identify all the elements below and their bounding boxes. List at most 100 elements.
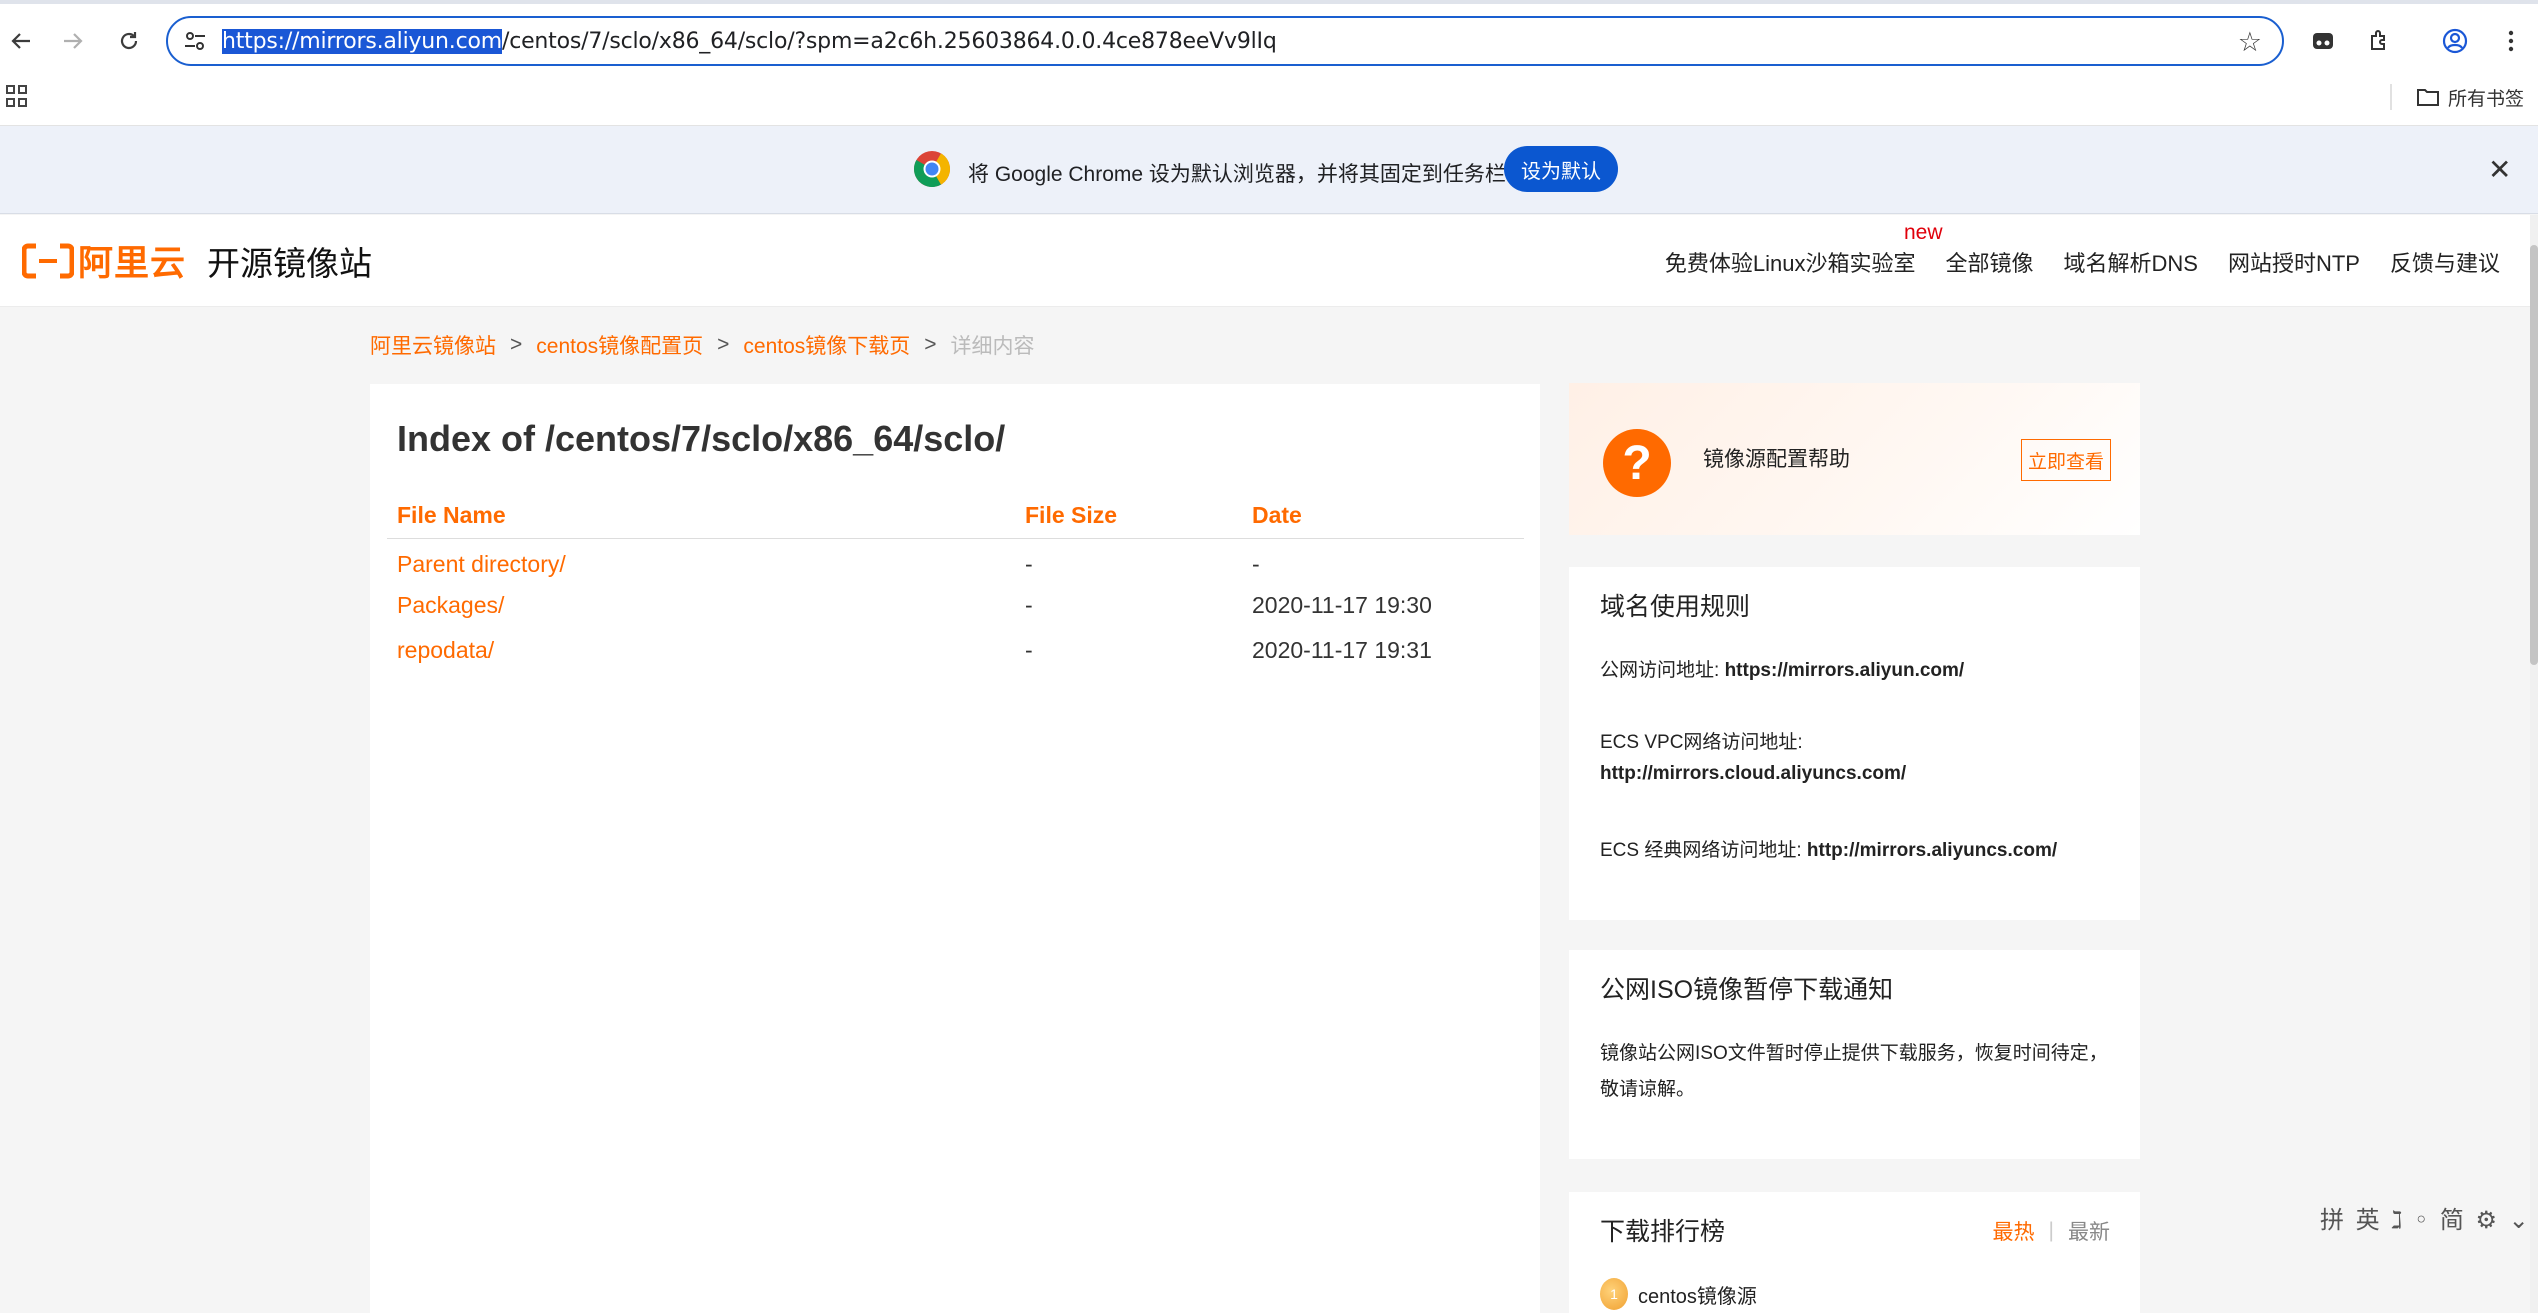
file-date-cell: 2020-11-17 19:30 [1252,592,1432,618]
site-title: 开源镜像站 [207,245,372,282]
bookmarks-divider [2390,84,2392,110]
nav-dns[interactable]: 域名解析DNS [2064,246,2198,278]
url-path: /centos/7/sclo/x86_64/sclo/?spm=a2c6h.25… [501,29,1277,54]
breadcrumb-current: 详细内容 [950,335,1035,358]
tab-divider: | [2048,1219,2054,1242]
table-row: repodata/ - 2020-11-17 19:31 [387,628,1524,673]
all-bookmarks-label: 所有书签 [2448,88,2525,110]
tab-newest[interactable]: 最新 [2068,1216,2110,1246]
public-address-label: 公网访问地址: [1600,660,1725,681]
aliyun-logo-icon [22,243,74,278]
download-ranking-card: 下载排行榜 最热 | 最新 1 centos镜像源 [1569,1192,2140,1313]
file-size-cell: - [1025,592,1033,618]
browser-toolbar: https://mirrors.aliyun.com/centos/7/sclo… [0,4,2538,78]
site-header: 阿里云 开源镜像站 new 免费体验Linux沙箱实验室 全部镜像 域名解析DN… [0,215,2530,307]
ranking-item-name: centos镜像源 [1638,1285,1757,1308]
scroll-thumb[interactable] [2530,245,2538,665]
domain-rules-title: 域名使用规则 [1600,593,1751,621]
profile-icon[interactable] [2440,26,2470,56]
vpc-address-line: http://mirrors.cloud.aliyuncs.com/ [1600,763,1906,785]
nav-feedback[interactable]: 反馈与建议 [2390,246,2500,278]
breadcrumb-separator: > [510,333,523,356]
back-button[interactable] [4,24,38,58]
breadcrumb: 阿里云镜像站 > centos镜像配置页 > centos镜像下载页 > 详细内… [370,330,1035,360]
forward-button[interactable] [56,24,90,58]
ranking-tabs: 最热 | 最新 [1993,1216,2110,1246]
column-file-name[interactable]: File Name [387,494,1015,539]
table-row: Parent directory/ - - [387,538,1524,583]
medal-icon: 1 [1600,1278,1628,1310]
breadcrumb-download[interactable]: centos镜像下载页 [743,330,910,360]
logo-text: 阿里云 [78,244,187,283]
config-help-card: ? 镜像源配置帮助 立即查看 [1569,383,2140,535]
arrow-left-icon [11,33,30,49]
bookmark-star-icon[interactable]: ☆ [2238,27,2262,58]
ranking-title: 下载排行榜 [1600,1218,1726,1246]
infobar-message: 将 Google Chrome 设为默认浏览器，并将其固定到任务栏 [968,163,1506,186]
vpc-address-url: http://mirrors.cloud.aliyuncs.com/ [1600,763,1907,784]
table-row: Packages/ - 2020-11-17 19:30 [387,583,1524,628]
ime-toolbar[interactable]: 拼 英 ℷ ◦ 简 ⚙ ⌄ [2320,1200,2531,1235]
file-link[interactable]: Packages/ [397,592,504,618]
all-bookmarks-button[interactable]: 所有书签 [2416,82,2524,112]
classic-address-url: http://mirrors.aliyuncs.com/ [1806,840,2058,861]
folder-icon [2417,89,2439,106]
set-default-button[interactable]: 设为默认 [1504,146,1618,192]
public-address-url: https://mirrors.aliyun.com/ [1724,660,1965,681]
table-header-row: File Name File Size Date [387,494,1524,539]
file-name-cell: Packages/ [387,583,1015,628]
aliyun-logo[interactable]: 阿里云 [22,235,186,286]
vpc-address-label: ECS VPC网络访问地址: [1600,732,1803,753]
nav-all-mirrors[interactable]: 全部镜像 [1946,246,2034,278]
file-size-cell: - [1025,637,1033,663]
nav-sandbox[interactable]: 免费体验Linux沙箱实验室 [1665,246,1916,278]
file-link[interactable]: Parent directory/ [397,551,566,577]
column-date[interactable]: Date [1242,494,1524,539]
breadcrumb-separator: > [924,333,937,356]
file-link[interactable]: repodata/ [397,637,494,663]
view-now-button[interactable]: 立即查看 [2021,439,2111,481]
reload-button[interactable] [112,24,146,58]
iso-notice-title: 公网ISO镜像暂停下载通知 [1600,976,1894,1004]
apps-grid-icon[interactable] [6,85,28,107]
url-text[interactable]: https://mirrors.aliyun.com/centos/7/sclo… [222,29,1277,54]
extensions-icon[interactable] [2364,26,2394,56]
tab-search-icon[interactable] [2308,26,2338,56]
url-selected: https://mirrors.aliyun.com [222,29,502,54]
domain-rules-card: 域名使用规则 公网访问地址: https://mirrors.aliyun.co… [1569,567,2140,920]
file-date-cell: 2020-11-17 19:31 [1252,637,1432,663]
nav-ntp[interactable]: 网站授时NTP [2228,246,2360,278]
menu-kebab-icon[interactable] [2496,26,2526,56]
chrome-logo-icon [913,151,950,188]
arrow-right-icon [64,33,83,49]
file-name-cell: Parent directory/ [387,538,1015,583]
iso-notice-card: 公网ISO镜像暂停下载通知 镜像站公网ISO文件暂时停止提供下载服务，恢复时间待… [1569,950,2140,1159]
classic-address-line: ECS 经典网络访问地址: http://mirrors.aliyuncs.co… [1600,835,2057,862]
tab-hottest[interactable]: 最热 [1993,1216,2035,1246]
top-navigation: 免费体验Linux沙箱实验室 全部镜像 域名解析DNS 网站授时NTP 反馈与建… [1665,246,2530,278]
file-size-cell: - [1025,551,1033,578]
question-icon: ? [1603,429,1671,497]
iso-notice-text: 镜像站公网ISO文件暂时停止提供下载服务，恢复时间待定，敬请谅解。 [1600,1043,2108,1100]
new-badge: new [1904,221,1943,244]
address-bar[interactable]: https://mirrors.aliyun.com/centos/7/sclo… [166,16,2284,66]
page-title: Index of /centos/7/sclo/x86_64/sclo/ [397,418,1006,459]
file-name-cell: repodata/ [387,628,1015,673]
breadcrumb-separator: > [717,333,730,356]
breadcrumb-home[interactable]: 阿里云镜像站 [370,330,496,360]
file-table: File Name File Size Date Parent director… [387,494,1524,673]
file-date-cell: - [1252,551,1260,578]
directory-listing-card: Index of /centos/7/sclo/x86_64/sclo/ Fil… [370,384,1540,1313]
classic-address-label: ECS 经典网络访问地址: [1600,840,1807,861]
bookmarks-bar [0,78,2538,126]
page-scrollbar[interactable] [2530,215,2538,1313]
config-help-text: 镜像源配置帮助 [1703,448,1850,471]
site-info-icon[interactable] [182,28,208,54]
close-icon[interactable]: ✕ [2488,156,2511,184]
reload-icon [120,32,138,50]
breadcrumb-config[interactable]: centos镜像配置页 [536,330,703,360]
public-address-line: 公网访问地址: https://mirrors.aliyun.com/ [1600,655,1964,682]
column-file-size[interactable]: File Size [1015,494,1242,539]
list-item[interactable]: 1 centos镜像源 [1600,1278,1757,1310]
default-browser-infobar: 将 Google Chrome 设为默认浏览器，并将其固定到任务栏 设为默认 ✕ [0,126,2538,214]
